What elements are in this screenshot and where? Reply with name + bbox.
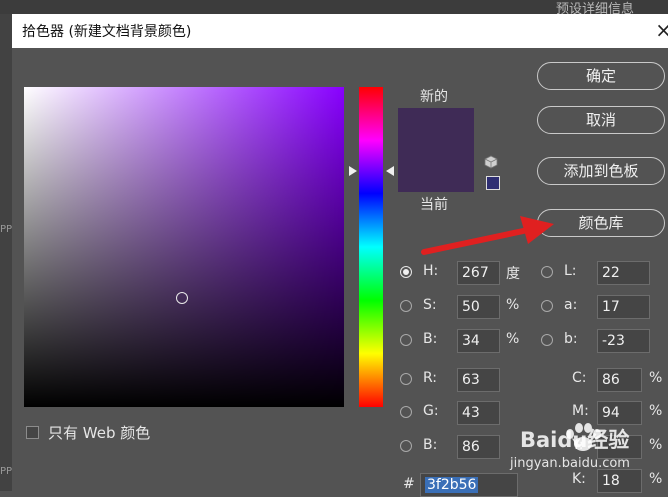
saturation-input[interactable]: 50 (457, 295, 500, 319)
ok-button[interactable]: 确定 (537, 62, 665, 90)
green-input[interactable]: 43 (457, 401, 500, 425)
green-label: G: (423, 403, 439, 419)
brightness-label: B: (423, 331, 438, 347)
red-input[interactable]: 63 (457, 368, 500, 392)
lab-l-input[interactable]: 22 (597, 261, 650, 285)
dialog-title: 拾色器 (新建文档背景颜色) (22, 24, 192, 40)
red-label: R: (423, 370, 438, 386)
saturation-label: S: (423, 297, 437, 313)
cyan-unit: % (649, 370, 663, 386)
saturation-radio[interactable] (400, 300, 412, 312)
websafe-swatch-icon[interactable] (486, 176, 500, 190)
hex-label: # (403, 476, 415, 492)
close-icon[interactable]: × (655, 18, 668, 42)
cancel-button[interactable]: 取消 (537, 106, 665, 134)
hex-input[interactable]: 3f2b56 (420, 473, 518, 497)
brightness-input[interactable]: 34 (457, 329, 500, 353)
lab-b-radio[interactable] (541, 334, 553, 346)
hue-slider[interactable] (359, 87, 383, 407)
blue-input[interactable]: 86 (457, 435, 500, 459)
background-panel-top: 预设详细信息 (0, 0, 668, 17)
hue-radio[interactable] (400, 266, 412, 278)
saturation-unit: % (506, 297, 520, 313)
hue-slider-right-handle[interactable] (386, 166, 394, 176)
lab-b-label: b: (564, 331, 578, 347)
lab-l-radio[interactable] (541, 266, 553, 278)
hue-unit: 度 (506, 266, 520, 282)
background-left-panel: PP PP (0, 14, 12, 491)
blue-radio[interactable] (400, 440, 412, 452)
brightness-unit: % (506, 331, 520, 347)
lab-a-label: a: (564, 297, 578, 313)
brightness-radio[interactable] (400, 334, 412, 346)
lab-a-input[interactable]: 17 (597, 295, 650, 319)
dialog-title-bar: 拾色器 (新建文档背景颜色) × (12, 14, 668, 48)
watermark-brand: Baidu经验 (520, 428, 630, 452)
hue-slider-left-handle[interactable] (349, 166, 357, 176)
cyan-label: C: (572, 370, 587, 386)
red-arrow-icon (421, 216, 554, 255)
hue-input[interactable]: 267 (457, 261, 500, 285)
background-left-text: PP (0, 224, 13, 235)
web-only-label: 只有 Web 颜色 (48, 424, 151, 442)
blue-label: B: (423, 437, 438, 453)
cyan-input[interactable]: 86 (597, 368, 642, 392)
red-radio[interactable] (400, 373, 412, 385)
new-color-label: 新的 (420, 89, 448, 105)
lab-a-radio[interactable] (541, 300, 553, 312)
lab-b-input[interactable]: -23 (597, 329, 650, 353)
watermark-url: jingyan.baidu.com (510, 456, 630, 471)
color-field[interactable] (24, 87, 344, 407)
current-color-swatch[interactable] (398, 150, 474, 192)
cube-icon[interactable] (484, 155, 498, 169)
lab-l-label: L: (564, 263, 577, 279)
color-picker-marker[interactable] (176, 292, 188, 304)
background-left-text: PP (0, 466, 13, 477)
new-color-swatch (398, 108, 474, 150)
web-only-checkbox[interactable] (26, 426, 39, 439)
green-radio[interactable] (400, 406, 412, 418)
current-color-label: 当前 (420, 197, 448, 213)
add-to-swatches-button[interactable]: 添加到色板 (537, 157, 665, 185)
hue-label: H: (423, 263, 439, 279)
